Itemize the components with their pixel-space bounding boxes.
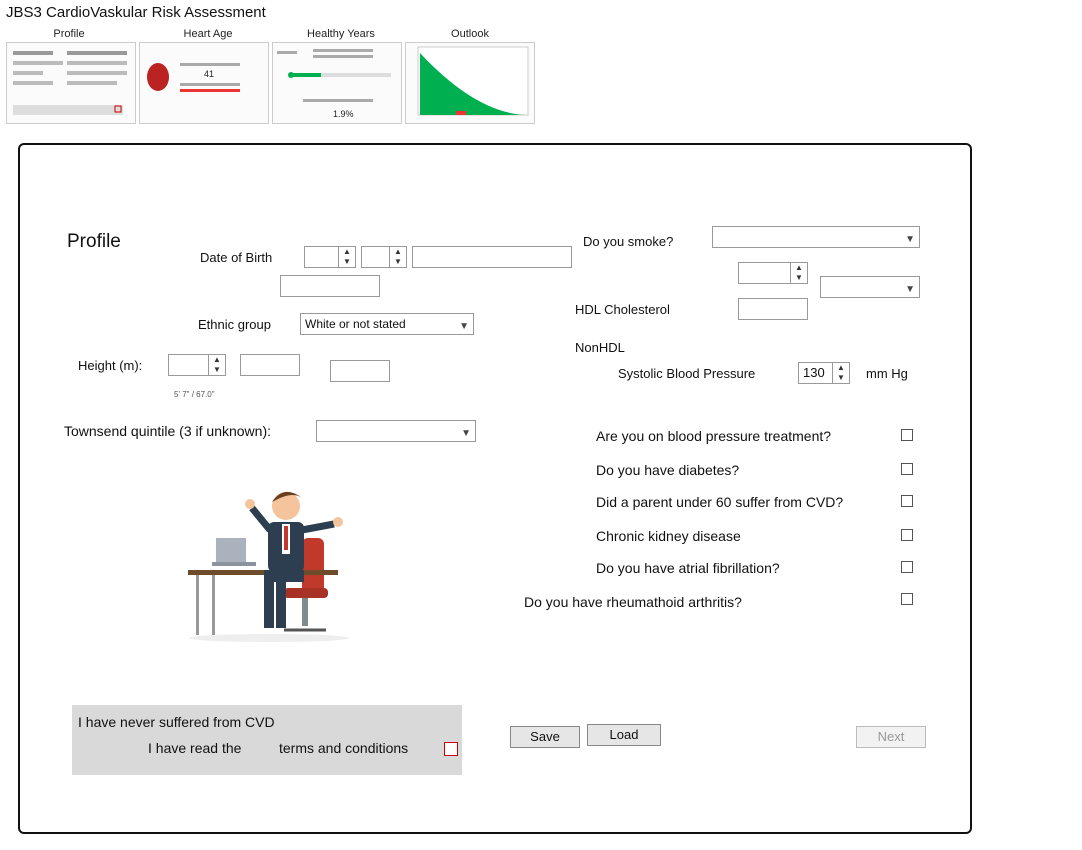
ethnic-group-label: Ethnic group	[198, 317, 271, 332]
question-atrial-fibrillation: Do you have atrial fibrillation?	[596, 560, 780, 576]
terms-and-conditions-link[interactable]: terms and conditions	[279, 740, 408, 756]
never-suffered-cvd-label: I have never suffered from CVD	[78, 714, 275, 730]
nonhdl-label: NonHDL	[575, 340, 625, 355]
spin-arrows-icon[interactable]: ▲ ▼	[832, 363, 849, 383]
tab-profile-label: Profile	[53, 28, 85, 40]
height-label: Height (m):	[78, 358, 143, 373]
ethnic-group-value: White or not stated	[305, 317, 406, 331]
height-hint: 5' 7" / 67.0"	[174, 390, 215, 399]
tab-heart-age-label: Heart Age	[183, 28, 233, 40]
dob-day-input[interactable]: ▲ ▼	[304, 246, 356, 268]
sbp-unit: mm Hg	[866, 366, 908, 381]
hdl-label: HDL Cholesterol	[575, 302, 670, 317]
sbp-input[interactable]: 130 ▲ ▼	[798, 362, 850, 384]
checkbox-rheumatoid-arthritis[interactable]	[901, 593, 913, 605]
tab-healthy-years[interactable]: 1.9%	[272, 42, 402, 124]
have-read-label: I have read the	[148, 740, 242, 756]
cholesterol-unit-select[interactable]: ▼	[820, 276, 920, 298]
app-title: JBS3 CardioVaskular Risk Assessment	[6, 4, 266, 21]
profile-thumbnail-icon	[13, 51, 127, 115]
chevron-down-icon: ▼	[459, 321, 469, 332]
spin-arrows-icon[interactable]: ▲ ▼	[790, 263, 807, 283]
sbp-value: 130	[803, 365, 825, 380]
spin-arrows-icon[interactable]: ▲ ▼	[338, 247, 355, 267]
checkbox-diabetes[interactable]	[901, 463, 913, 475]
checkbox-bp-treatment[interactable]	[901, 429, 913, 441]
checkbox-kidney-disease[interactable]	[901, 529, 913, 541]
date-of-birth-label: Date of Birth	[200, 250, 273, 265]
townsend-label: Townsend quintile (3 if unknown):	[64, 423, 272, 439]
tab-healthy-years-label: Healthy Years	[307, 28, 375, 40]
question-bp-treatment: Are you on blood pressure treatment?	[596, 428, 832, 444]
healthy-years-value: 1.9%	[333, 109, 354, 119]
total-cholesterol-input[interactable]: ▲ ▼	[738, 262, 808, 284]
smoke-select[interactable]: ▼	[712, 226, 920, 248]
smoke-label: Do you smoke?	[583, 234, 674, 249]
townsend-select[interactable]: ▼	[316, 420, 476, 442]
weight-input[interactable]	[240, 354, 300, 376]
bmi-input[interactable]	[330, 360, 390, 382]
chevron-down-icon: ▼	[461, 428, 471, 439]
heart-age-value: 41	[204, 69, 214, 79]
tab-outlook[interactable]	[405, 42, 535, 124]
load-button[interactable]: Load	[587, 724, 661, 746]
spin-arrows-icon[interactable]: ▲ ▼	[208, 355, 225, 375]
question-kidney-disease: Chronic kidney disease	[596, 528, 741, 544]
sbp-label: Systolic Blood Pressure	[618, 366, 756, 381]
question-parent-cvd: Did a parent under 60 suffer from CVD?	[596, 494, 844, 510]
ethnic-group-select[interactable]: White or not stated ▼	[300, 313, 474, 335]
profile-heading: Profile	[67, 231, 121, 252]
chevron-down-icon: ▼	[905, 234, 915, 245]
question-diabetes: Do you have diabetes?	[596, 462, 740, 478]
heart-thumbnail-icon: 41	[147, 63, 240, 92]
tab-outlook-label: Outlook	[451, 28, 489, 40]
tab-profile[interactable]	[6, 42, 136, 124]
question-rheumatoid-arthritis: Do you have rheumathoid arthritis?	[524, 594, 742, 610]
tab-heart-age[interactable]: 41	[139, 42, 269, 124]
dob-year-input[interactable]	[412, 246, 572, 268]
spin-arrows-icon[interactable]: ▲ ▼	[389, 247, 406, 267]
healthy-years-thumbnail-icon: 1.9%	[277, 49, 391, 119]
next-button[interactable]: Next	[856, 726, 926, 748]
terms-accept-checkbox[interactable]	[444, 742, 458, 756]
chevron-down-icon: ▼	[905, 284, 915, 295]
sex-input[interactable]	[280, 275, 380, 297]
hdl-input[interactable]	[738, 298, 808, 320]
checkbox-parent-cvd[interactable]	[901, 495, 913, 507]
man-at-desk-illustration	[188, 491, 349, 642]
checkbox-atrial-fibrillation[interactable]	[901, 561, 913, 573]
height-input[interactable]: ▲ ▼	[168, 354, 226, 376]
dob-month-input[interactable]: ▲ ▼	[361, 246, 407, 268]
outlook-thumbnail-icon	[417, 46, 529, 116]
save-button[interactable]: Save	[510, 726, 580, 748]
